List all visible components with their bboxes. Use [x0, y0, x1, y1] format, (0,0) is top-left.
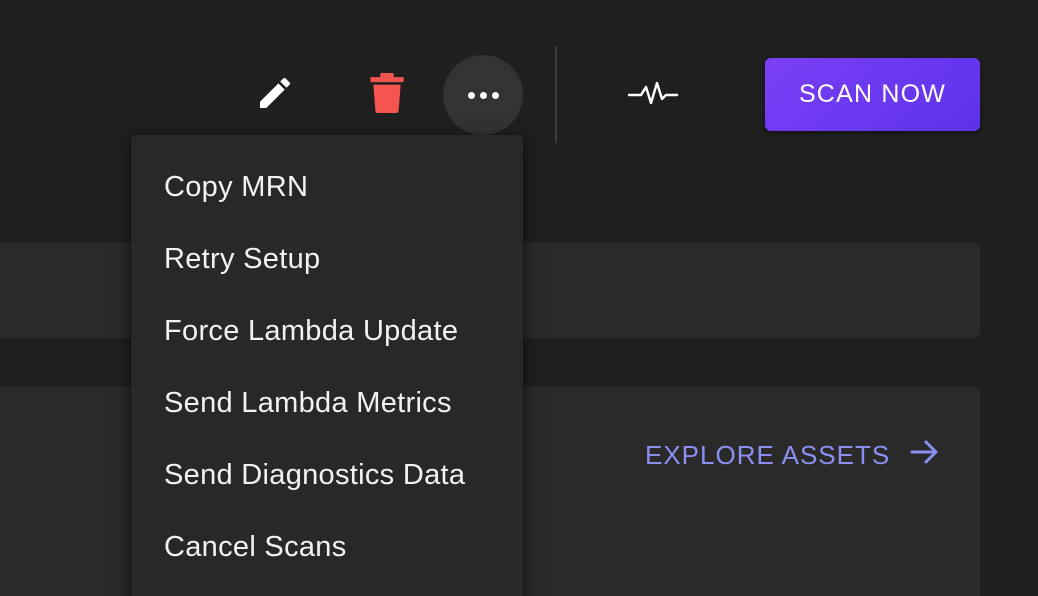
activity-pulse-icon — [627, 78, 679, 113]
delete-button[interactable] — [362, 70, 412, 120]
more-options-button[interactable] — [443, 55, 523, 135]
menu-item-send-lambda-metrics[interactable]: Send Lambda Metrics — [131, 367, 523, 439]
toolbar-divider — [555, 46, 557, 143]
arrow-right-icon — [910, 439, 940, 472]
edit-button[interactable] — [250, 70, 300, 120]
activity-button[interactable] — [622, 70, 684, 120]
more-options-menu: Copy MRN Retry Setup Force Lambda Update… — [131, 135, 523, 596]
trash-icon — [370, 72, 404, 118]
explore-assets-label: EXPLORE ASSETS — [645, 439, 891, 470]
explore-assets-link[interactable]: EXPLORE ASSETS — [645, 432, 940, 478]
menu-item-cancel-scans[interactable]: Cancel Scans — [131, 511, 523, 583]
page: EXPLORE ASSETS SCAN NOW Copy MRN Retry S… — [0, 0, 1038, 596]
menu-item-force-lambda-update[interactable]: Force Lambda Update — [131, 295, 523, 367]
menu-item-send-diagnostics-data[interactable]: Send Diagnostics Data — [131, 439, 523, 511]
more-horizontal-icon — [467, 91, 499, 99]
scan-now-button[interactable]: SCAN NOW — [765, 58, 980, 131]
menu-item-copy-mrn[interactable]: Copy MRN — [131, 151, 523, 223]
menu-item-retry-setup[interactable]: Retry Setup — [131, 223, 523, 295]
pencil-icon — [255, 73, 295, 118]
